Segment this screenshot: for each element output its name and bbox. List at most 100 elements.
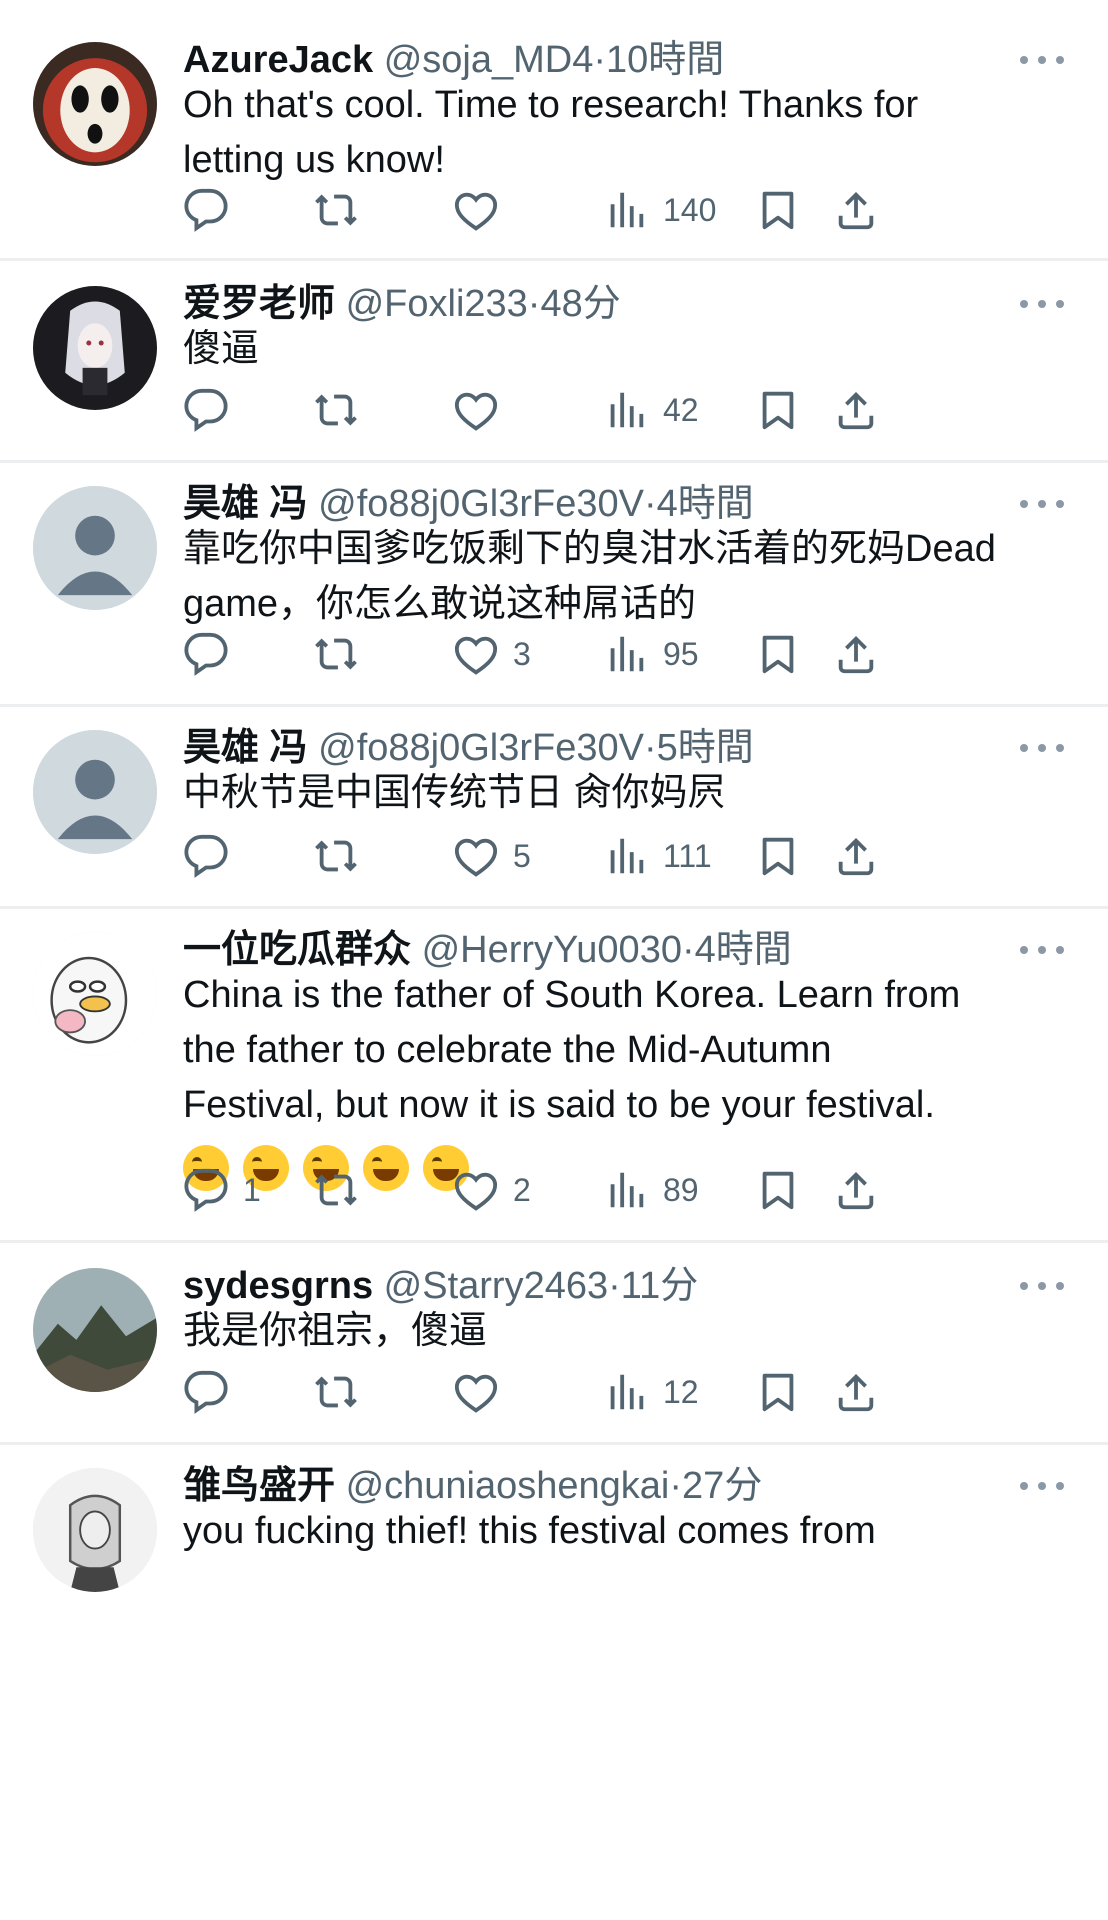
- heart-icon: [453, 833, 499, 879]
- share-button[interactable]: [833, 180, 879, 240]
- repost-button[interactable]: [313, 380, 359, 440]
- timestamp[interactable]: 27分: [682, 1465, 762, 1507]
- post-text-line: 靠吃你中国爹吃饭剩下的臭泔水活着的死妈Dead: [183, 528, 996, 570]
- user-handle[interactable]: @soja_MD4: [384, 39, 594, 81]
- views-button[interactable]: 42: [603, 380, 699, 440]
- reply-button[interactable]: [183, 624, 243, 684]
- more-options-icon[interactable]: [1020, 294, 1064, 314]
- more-dot: [1056, 56, 1064, 64]
- bookmark-button[interactable]: [755, 826, 801, 886]
- bookmark-button[interactable]: [755, 180, 801, 240]
- reply-post[interactable]: 昊雄 冯 @fo88j0Gl3rFe30V·5時間 中秋节是中国传统节日 肏你妈屄…: [0, 706, 1108, 909]
- reply-button[interactable]: [183, 180, 243, 240]
- user-handle[interactable]: @Starry2463: [384, 1265, 608, 1307]
- avatar[interactable]: [33, 1268, 157, 1392]
- more-dot: [1038, 1482, 1046, 1490]
- display-name[interactable]: sydesgrns: [183, 1265, 373, 1307]
- like-button[interactable]: 2: [453, 1160, 531, 1220]
- repost-button[interactable]: [313, 1160, 359, 1220]
- more-dot: [1020, 300, 1028, 308]
- repost-button[interactable]: [313, 826, 359, 886]
- timestamp[interactable]: 48分: [540, 283, 620, 325]
- share-button[interactable]: [833, 1362, 879, 1422]
- repost-button[interactable]: [313, 624, 359, 684]
- more-dot: [1038, 946, 1046, 954]
- more-options-icon[interactable]: [1020, 1476, 1064, 1496]
- timestamp[interactable]: 4時間: [695, 929, 792, 971]
- user-handle[interactable]: @HerryYu0030: [422, 929, 682, 971]
- reply-post[interactable]: sydesgrns @Starry2463·11分 我是你祖宗，傻逼 12: [0, 1244, 1108, 1445]
- timestamp[interactable]: 11分: [621, 1265, 698, 1307]
- repost-icon: [313, 1167, 359, 1213]
- more-dot: [1056, 946, 1064, 954]
- reply-button[interactable]: [183, 1362, 243, 1422]
- repost-button[interactable]: [313, 180, 359, 240]
- display-name[interactable]: 昊雄 冯: [183, 483, 308, 525]
- avatar[interactable]: [33, 286, 157, 410]
- share-button[interactable]: [833, 826, 879, 886]
- repost-icon: [313, 833, 359, 879]
- post-header: AzureJack @soja_MD4·10時間: [183, 36, 1028, 84]
- bookmark-button[interactable]: [755, 1362, 801, 1422]
- more-options-icon[interactable]: [1020, 738, 1064, 758]
- user-handle[interactable]: @fo88j0Gl3rFe30V: [318, 727, 644, 769]
- repost-icon: [313, 387, 359, 433]
- reply-button[interactable]: 1: [183, 1160, 261, 1220]
- avatar[interactable]: [33, 42, 157, 166]
- display-name[interactable]: 雏鸟盛开: [183, 1465, 335, 1507]
- reply-button[interactable]: [183, 380, 243, 440]
- post-text: 靠吃你中国爹吃饭剩下的臭泔水活着的死妈Dead game，你怎么敢说这种屌话的: [183, 522, 1083, 632]
- display-name[interactable]: AzureJack: [183, 39, 373, 81]
- user-handle[interactable]: @fo88j0Gl3rFe30V: [318, 483, 644, 525]
- like-button[interactable]: [453, 1362, 513, 1422]
- timestamp[interactable]: 4時間: [657, 483, 754, 525]
- bookmark-button[interactable]: [755, 380, 801, 440]
- more-options-icon[interactable]: [1020, 50, 1064, 70]
- views-button[interactable]: 12: [603, 1362, 699, 1422]
- like-button[interactable]: [453, 380, 513, 440]
- user-handle[interactable]: @chuniaoshengkai: [346, 1465, 670, 1507]
- repost-button[interactable]: [313, 1362, 359, 1422]
- timestamp[interactable]: 5時間: [657, 727, 754, 769]
- more-options-icon[interactable]: [1020, 940, 1064, 960]
- action-bar: 1 2 89: [183, 1160, 1063, 1220]
- share-button[interactable]: [833, 1160, 879, 1220]
- reply-post[interactable]: 爱罗老师 @Foxli233·48分 傻逼 42: [0, 262, 1108, 463]
- share-button[interactable]: [833, 380, 879, 440]
- more-options-icon[interactable]: [1020, 1276, 1064, 1296]
- views-button[interactable]: 89: [603, 1160, 699, 1220]
- views-button[interactable]: 95: [603, 624, 699, 684]
- reply-post[interactable]: 昊雄 冯 @fo88j0Gl3rFe30V·4時間 靠吃你中国爹吃饭剩下的臭泔水活…: [0, 462, 1108, 707]
- timestamp[interactable]: 10時間: [606, 39, 724, 81]
- post-text-line: Oh that's cool. Time to research! Thanks…: [183, 84, 919, 126]
- views-button[interactable]: 111: [603, 826, 712, 886]
- avatar[interactable]: [33, 486, 157, 610]
- like-button[interactable]: 5: [453, 826, 531, 886]
- bookmark-button[interactable]: [755, 624, 801, 684]
- display-name[interactable]: 爱罗老师: [183, 283, 335, 325]
- display-name[interactable]: 一位吃瓜群众: [183, 929, 411, 971]
- heart-icon: [453, 631, 499, 677]
- share-button[interactable]: [833, 624, 879, 684]
- reply-post[interactable]: 雏鸟盛开 @chuniaoshengkai·27分 you fucking thi…: [0, 1444, 1108, 1920]
- views-button[interactable]: 140: [603, 180, 716, 240]
- reply-icon: [183, 833, 229, 879]
- avatar[interactable]: [33, 730, 157, 854]
- post-header: sydesgrns @Starry2463·11分: [183, 1262, 1028, 1310]
- avatar[interactable]: [33, 1468, 157, 1592]
- post-divider: [0, 258, 1108, 261]
- reply-post[interactable]: 一位吃瓜群众 @HerryYu0030·4時間 China is the fath…: [0, 908, 1108, 1243]
- avatar[interactable]: [33, 932, 157, 1056]
- reply-button[interactable]: [183, 826, 243, 886]
- views-count: 12: [663, 1373, 699, 1410]
- views-chart-icon: [603, 1369, 649, 1415]
- display-name[interactable]: 昊雄 冯: [183, 727, 308, 769]
- like-button[interactable]: [453, 180, 513, 240]
- reply-post[interactable]: AzureJack @soja_MD4·10時間 Oh that's cool. …: [0, 0, 1108, 261]
- bookmark-button[interactable]: [755, 1160, 801, 1220]
- reply-icon: [183, 1369, 229, 1415]
- post-header: 昊雄 冯 @fo88j0Gl3rFe30V·5時間: [183, 724, 1028, 772]
- more-options-icon[interactable]: [1020, 494, 1064, 514]
- user-handle[interactable]: @Foxli233: [346, 283, 528, 325]
- like-button[interactable]: 3: [453, 624, 531, 684]
